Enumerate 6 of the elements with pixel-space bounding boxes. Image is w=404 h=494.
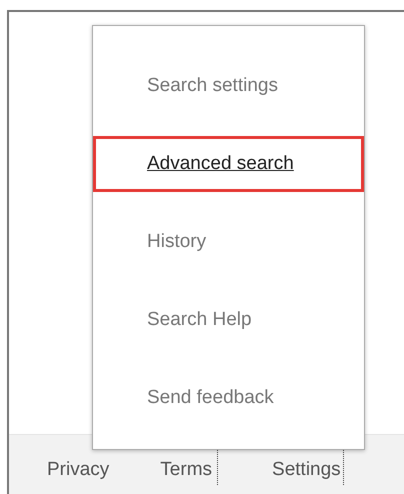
menu-item[interactable]: Send feedback bbox=[93, 370, 364, 426]
menu-item[interactable]: History bbox=[93, 214, 364, 270]
footer-link[interactable]: Privacy bbox=[47, 440, 110, 485]
menu-item[interactable]: Search settings bbox=[93, 58, 364, 114]
menu-item[interactable]: Search Help bbox=[93, 292, 364, 348]
menu-item[interactable]: Advanced search bbox=[93, 136, 364, 192]
